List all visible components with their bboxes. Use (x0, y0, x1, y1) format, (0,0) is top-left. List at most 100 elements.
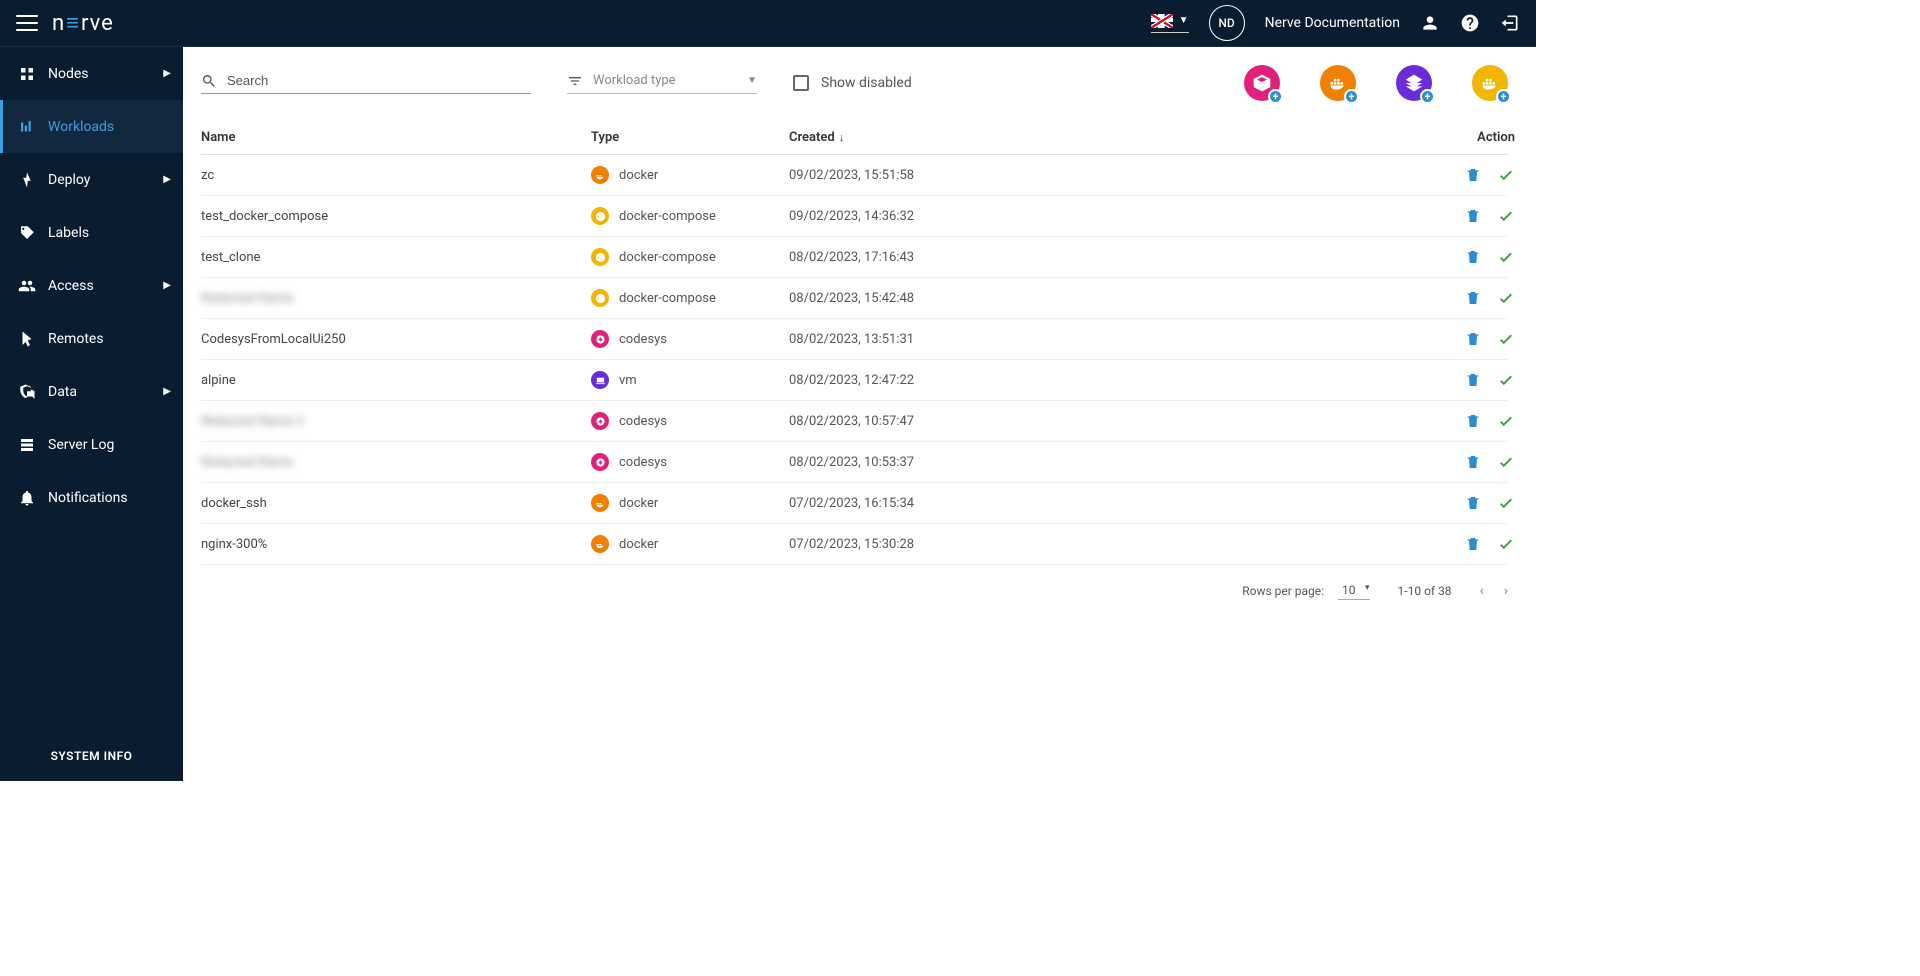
sidebar-item-nodes[interactable]: Nodes▶ (0, 47, 183, 100)
table-row[interactable]: alpine vm 08/02/2023, 12:47:22 (201, 360, 1508, 401)
filter-label: Workload type (593, 73, 676, 88)
add-docker-button[interactable]: + (1320, 65, 1356, 101)
check-icon[interactable] (1497, 453, 1515, 471)
sidebar-item-label: Nodes (48, 66, 89, 82)
table-row[interactable]: Redacted Name docker-compose 08/02/2023,… (201, 278, 1508, 319)
server-log-icon (18, 436, 36, 454)
col-action: Action (1419, 130, 1519, 145)
delete-icon[interactable] (1465, 290, 1481, 306)
delete-icon[interactable] (1465, 249, 1481, 265)
codesys-badge-icon (591, 330, 609, 348)
row-name: Redacted Name 2 (201, 414, 591, 429)
col-created[interactable]: Created↓ (789, 130, 1419, 145)
labels-icon (18, 224, 36, 242)
row-name: Redacted Name (201, 291, 591, 306)
notifications-icon (18, 489, 36, 507)
row-name: alpine (201, 373, 591, 388)
check-icon[interactable] (1497, 166, 1515, 184)
user-icon[interactable] (1420, 13, 1440, 33)
toolbar: Workload type ▼ Show disabled + + + + (201, 65, 1508, 101)
docker-compose-badge-icon (591, 289, 609, 307)
sidebar-item-label: Workloads (48, 119, 114, 135)
check-icon[interactable] (1497, 207, 1515, 225)
vm-badge-icon (591, 371, 609, 389)
row-type-label: vm (619, 373, 637, 388)
logout-icon[interactable] (1500, 13, 1520, 33)
add-codesys-button[interactable]: + (1244, 65, 1280, 101)
row-type-label: codesys (619, 414, 667, 429)
prev-page-button[interactable]: ‹ (1480, 583, 1484, 599)
table-row[interactable]: docker_ssh docker 07/02/2023, 16:15:34 (201, 483, 1508, 524)
check-icon[interactable] (1497, 371, 1515, 389)
table-row[interactable]: zc docker 09/02/2023, 15:51:58 (201, 155, 1508, 196)
table-row[interactable]: Redacted Name 2 codesys 08/02/2023, 10:5… (201, 401, 1508, 442)
check-icon[interactable] (1497, 248, 1515, 266)
plus-badge-icon: + (1268, 89, 1283, 104)
menu-toggle-icon[interactable] (16, 15, 38, 31)
check-icon[interactable] (1497, 289, 1515, 307)
check-icon[interactable] (1497, 494, 1515, 512)
sidebar-item-label: Server Log (48, 437, 114, 453)
search-field[interactable] (201, 73, 531, 94)
delete-icon[interactable] (1465, 372, 1481, 388)
delete-icon[interactable] (1465, 536, 1481, 552)
delete-icon[interactable] (1465, 413, 1481, 429)
row-type: codesys (591, 412, 789, 430)
system-info-link[interactable]: SYSTEM INFO (0, 731, 183, 781)
add-vm-button[interactable]: + (1396, 65, 1432, 101)
table-row[interactable]: test_clone docker-compose 08/02/2023, 17… (201, 237, 1508, 278)
language-selector[interactable]: ▼ (1151, 14, 1189, 33)
sidebar-item-label: Remotes (48, 331, 104, 347)
row-type-label: codesys (619, 455, 667, 470)
delete-icon[interactable] (1465, 454, 1481, 470)
sidebar-item-access[interactable]: Access▶ (0, 259, 183, 312)
deploy-icon (18, 171, 36, 189)
add-docker-icon (1328, 73, 1348, 93)
help-icon[interactable] (1460, 13, 1480, 33)
chevron-down-icon: ▼ (1179, 15, 1189, 26)
table-row[interactable]: test_docker_compose docker-compose 09/02… (201, 196, 1508, 237)
row-created: 08/02/2023, 12:47:22 (789, 373, 1419, 388)
workload-type-filter[interactable]: Workload type ▼ (567, 73, 757, 94)
row-type: docker-compose (591, 289, 789, 307)
next-page-button[interactable]: › (1504, 583, 1508, 599)
add-docker-compose-button[interactable]: + (1472, 65, 1508, 101)
pagination: Rows per page: 10 1-10 of 38 ‹ › (201, 581, 1508, 600)
rows-per-page-select[interactable]: 10 (1338, 581, 1370, 600)
sidebar-item-notifications[interactable]: Notifications (0, 471, 183, 524)
sidebar-item-server-log[interactable]: Server Log (0, 418, 183, 471)
sidebar-item-deploy[interactable]: Deploy▶ (0, 153, 183, 206)
row-type: docker (591, 494, 789, 512)
docker-badge-icon (591, 494, 609, 512)
delete-icon[interactable] (1465, 208, 1481, 224)
sidebar-item-label: Access (48, 278, 94, 294)
sidebar-item-workloads[interactable]: Workloads (0, 100, 183, 153)
sidebar-item-label: Labels (48, 225, 89, 241)
sidebar-item-data[interactable]: Data▶ (0, 365, 183, 418)
col-name[interactable]: Name (201, 130, 591, 145)
table-row[interactable]: Redacted Name codesys 08/02/2023, 10:53:… (201, 442, 1508, 483)
delete-icon[interactable] (1465, 495, 1481, 511)
delete-icon[interactable] (1465, 167, 1481, 183)
search-input[interactable] (227, 73, 531, 88)
check-icon[interactable] (1497, 412, 1515, 430)
sidebar-item-label: Deploy (48, 172, 90, 188)
sidebar-item-labels[interactable]: Labels (0, 206, 183, 259)
chevron-down-icon: ▼ (747, 75, 757, 86)
check-icon[interactable] (1497, 535, 1515, 553)
check-icon[interactable] (1497, 330, 1515, 348)
row-created: 08/02/2023, 10:53:37 (789, 455, 1419, 470)
filter-icon (567, 73, 583, 89)
username-label: Nerve Documentation (1265, 15, 1400, 31)
show-disabled-toggle[interactable]: Show disabled (793, 75, 912, 91)
row-type: docker-compose (591, 248, 789, 266)
row-name: nginx-300% (201, 537, 591, 552)
table-row[interactable]: nginx-300% docker 07/02/2023, 15:30:28 (201, 524, 1508, 565)
workloads-table: Name Type Created↓ Action zc docker 09/0… (201, 121, 1508, 565)
remotes-icon (18, 330, 36, 348)
avatar[interactable]: ND (1209, 5, 1245, 41)
table-row[interactable]: CodesysFromLocalUi250 codesys 08/02/2023… (201, 319, 1508, 360)
col-type[interactable]: Type (591, 130, 789, 145)
delete-icon[interactable] (1465, 331, 1481, 347)
sidebar-item-remotes[interactable]: Remotes (0, 312, 183, 365)
